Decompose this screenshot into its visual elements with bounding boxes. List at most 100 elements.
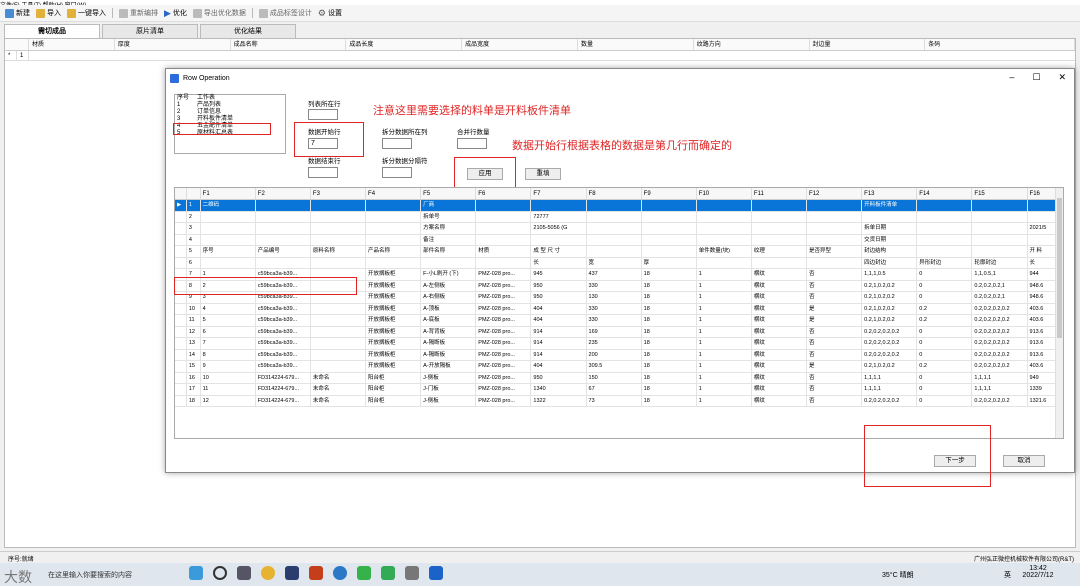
grid-cell[interactable]: PMZ-028 pro... (476, 280, 532, 291)
grid-cell[interactable]: 2105-5056 (G (531, 223, 587, 234)
minimize-icon[interactable]: – (1009, 72, 1014, 83)
grid-cell[interactable]: 拆单号 (421, 211, 477, 222)
grid-cell[interactable] (587, 234, 642, 245)
grid-cell[interactable] (917, 234, 973, 245)
grid-cell[interactable]: 否 (807, 338, 863, 349)
redesign-button[interactable]: 重新编排 (119, 6, 158, 20)
grid-cell[interactable]: 否 (807, 269, 863, 280)
grid-cell[interactable]: 18 (642, 395, 697, 406)
grid-cell[interactable]: 0.2,0.2,0.2,0.2 (972, 361, 1028, 372)
grid-cell[interactable] (972, 234, 1028, 245)
grid-cell[interactable]: 200 (587, 349, 642, 360)
grid-cell[interactable]: 宽 (587, 257, 642, 268)
grid-cell[interactable]: 1322 (531, 395, 587, 406)
settings-icon[interactable] (405, 566, 419, 580)
tab-finished[interactable]: 需切成品 (4, 24, 100, 38)
import-all-button[interactable]: 一键导入 (67, 6, 106, 20)
grid-cell[interactable]: 950 (531, 292, 587, 303)
grid-cell[interactable] (201, 211, 256, 222)
col-name[interactable]: 成品名称 (231, 39, 347, 50)
grid-cell[interactable] (175, 234, 187, 245)
grid-cell[interactable]: PMZ-028 pro... (476, 338, 532, 349)
grid-cell[interactable]: 18 (642, 372, 697, 383)
export-button[interactable]: 导出优化数据 (192, 6, 246, 20)
grid-cell[interactable] (175, 395, 187, 406)
grid-cell[interactable] (476, 211, 532, 222)
grid-cell[interactable]: 单件数量(块) (697, 246, 752, 257)
grid-cell[interactable]: 0.2,1,0.2,0.2 (862, 315, 918, 326)
split-col-field[interactable] (382, 138, 412, 149)
grid-cell[interactable]: 0.2,0.2,0.2,1 (972, 292, 1028, 303)
grid-cell[interactable] (366, 200, 422, 211)
grid-cell[interactable]: 序号 (201, 246, 256, 257)
label-design-button[interactable]: 成品标签设计 (258, 6, 312, 20)
grid-cell[interactable]: 横纹 (752, 349, 808, 360)
office-icon[interactable] (309, 566, 323, 580)
grid-col-header[interactable]: F6 (476, 188, 532, 199)
import-button[interactable]: 导入 (36, 6, 61, 20)
grid-cell[interactable]: 0.2,1,0.2,0.2 (862, 292, 918, 303)
grid-cell[interactable] (311, 315, 367, 326)
grid-cell[interactable] (175, 246, 187, 257)
grid-cell[interactable] (917, 200, 973, 211)
grid-cell[interactable]: 0.2,0.2,0.2,0.2 (862, 326, 918, 337)
grid-cell[interactable] (311, 200, 367, 211)
grid-cell[interactable]: 厂商 (421, 200, 477, 211)
grid-cell[interactable]: 1 (697, 269, 752, 280)
grid-cell[interactable] (476, 223, 532, 234)
grid-col-header[interactable]: F3 (311, 188, 367, 199)
grid-cell[interactable]: A-隔断板 (421, 349, 477, 360)
grid-cell[interactable]: 部件名称 (421, 246, 477, 257)
grid-cell[interactable]: 0 (917, 395, 973, 406)
grid-cell[interactable] (807, 200, 863, 211)
grid-cell[interactable] (587, 211, 642, 222)
grid-cell[interactable] (752, 223, 808, 234)
grid-cell[interactable]: c59bca3a-b39... (256, 361, 311, 372)
grid-cell[interactable]: 横纹 (752, 395, 808, 406)
maximize-icon[interactable]: ☐ (1032, 72, 1040, 83)
close-icon[interactable]: ✕ (1058, 72, 1066, 83)
terminal-icon[interactable] (285, 566, 299, 580)
grid-cell[interactable]: 8 (201, 349, 256, 360)
grid-cell[interactable]: 404 (531, 303, 587, 314)
grid-cell[interactable]: 横纹 (752, 315, 808, 326)
grid-cell[interactable] (311, 361, 367, 372)
grid-cell[interactable]: 437 (587, 269, 642, 280)
grid-cell[interactable]: 横纹 (752, 292, 808, 303)
grid-cell[interactable]: PMZ-028 pro... (476, 372, 532, 383)
grid-cell[interactable]: 是 (807, 361, 863, 372)
grid-cell[interactable] (366, 211, 422, 222)
grid-cell[interactable]: 15 (187, 361, 201, 372)
grid-cell[interactable] (972, 211, 1028, 222)
grid-col-header[interactable]: F8 (587, 188, 642, 199)
grid-cell[interactable]: 1 (697, 303, 752, 314)
grid-cell[interactable] (587, 246, 642, 257)
grid-cell[interactable]: 纹理 (752, 246, 808, 257)
grid-cell[interactable] (752, 257, 808, 268)
grid-cell[interactable]: 未命名 (311, 395, 367, 406)
taskview-icon[interactable] (237, 566, 251, 580)
grid-cell[interactable]: 0.2 (917, 315, 973, 326)
grid-cell[interactable]: 否 (807, 372, 863, 383)
grid-cell[interactable]: FD314224-679... (256, 395, 311, 406)
grid-cell[interactable]: 未命名 (311, 384, 367, 395)
grid-cell[interactable]: 0.2,0.2,0.2,0.2 (972, 395, 1028, 406)
grid-cell[interactable]: 130 (587, 292, 642, 303)
wechat-icon[interactable] (357, 566, 371, 580)
grid-cell[interactable] (807, 223, 863, 234)
grid-cell[interactable] (421, 257, 477, 268)
table-row[interactable]: 12 6 c59bca3a-b39... 开放搁板柜 A-背背板 PMZ-028 pro.… (175, 326, 1063, 338)
grid-cell[interactable]: 0.2,1,0.2,0.2 (862, 280, 918, 291)
grid-cell[interactable] (476, 257, 532, 268)
col-row-field[interactable] (308, 109, 338, 120)
grid-cell[interactable]: 6 (201, 326, 256, 337)
grid-cell[interactable]: 拆单日期 (862, 223, 918, 234)
grid-cell[interactable] (697, 223, 752, 234)
grid-cell[interactable]: 10 (201, 372, 256, 383)
grid-col-header[interactable]: F12 (807, 188, 863, 199)
col-width[interactable]: 成品宽度 (462, 39, 578, 50)
grid-cell[interactable] (175, 303, 187, 314)
grid-cell[interactable]: 914 (531, 338, 587, 349)
grid-cell[interactable]: c59bca3a-b39... (256, 303, 311, 314)
grid-cell[interactable]: 开放搁板柜 (366, 315, 422, 326)
